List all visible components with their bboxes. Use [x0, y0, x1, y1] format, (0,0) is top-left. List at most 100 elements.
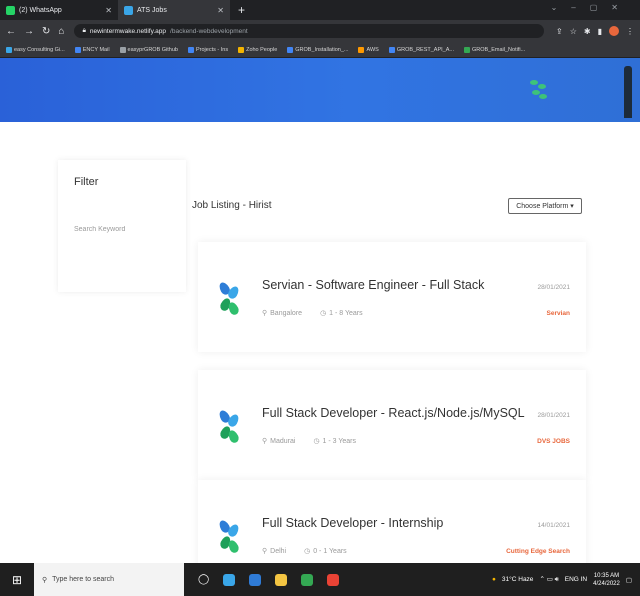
bookmark-item[interactable]: easy Consulting Gi...	[6, 46, 65, 53]
bookmark-icon	[238, 46, 245, 53]
bookmark-item[interactable]: Projects - Ins	[187, 46, 228, 53]
tab-ats-jobs[interactable]: ATS Jobs ✕	[118, 0, 230, 20]
clock-time: 10:35 AM	[593, 572, 620, 579]
chrome-icon[interactable]	[327, 573, 340, 586]
weather-icon: ●	[491, 576, 496, 583]
menu-icon[interactable]: ⋮	[626, 27, 634, 36]
job-date: 28/01/2021	[537, 412, 570, 419]
windows-taskbar: ⊞ ⚲ Type here to search ◯ ● 31°C Haze ⌃ …	[0, 563, 640, 596]
job-company[interactable]: Servian	[547, 310, 571, 317]
filter-title: Filter	[74, 176, 99, 188]
bookmark-icon	[187, 46, 194, 53]
lock-icon: 🔒︎	[82, 27, 86, 34]
extensions-area: ⇪ ☆ ✱ ▮ ⋮	[556, 26, 634, 36]
job-experience: 1 - 3 Years	[322, 437, 357, 445]
address-bar-row: ← → ↻ ⌂ 🔒︎ newintermwake.netlify.app /ba…	[0, 20, 640, 42]
profile-avatar-icon[interactable]	[609, 26, 619, 36]
taskbar-apps: ◯	[184, 573, 340, 586]
app-icon[interactable]	[223, 573, 236, 586]
job-company[interactable]: DVS JOBS	[537, 438, 570, 445]
app-icon[interactable]	[249, 573, 262, 586]
bookmark-icon	[388, 46, 395, 53]
job-card[interactable]: Full Stack Developer - React.js/Node.js/…	[198, 370, 586, 480]
job-date: 28/01/2021	[537, 284, 570, 291]
bookmark-icon	[463, 46, 470, 53]
job-meta: ⚲ Bangalore ◷ 1 - 8 Years	[262, 309, 363, 318]
person-illustration	[624, 66, 632, 118]
bookmark-item[interactable]: Zoho People	[238, 46, 277, 53]
bookmark-icon	[287, 46, 294, 53]
clock[interactable]: 10:35 AM 4/24/2022	[593, 572, 620, 588]
weather-text[interactable]: 31°C Haze	[502, 576, 534, 583]
taskbar-search-placeholder: Type here to search	[52, 576, 115, 583]
clock-icon: ◷	[320, 310, 327, 317]
page-content: Filter Job Listing - Hirist Choose Platf…	[0, 122, 640, 590]
site-favicon-icon	[124, 5, 133, 15]
clock-date: 4/24/2022	[593, 580, 620, 587]
bookmark-icon	[119, 46, 126, 53]
job-experience: 0 - 1 Years	[313, 547, 347, 555]
reload-icon[interactable]: ↻	[42, 26, 50, 37]
taskbar-search-box[interactable]: ⚲ Type here to search	[34, 563, 184, 596]
sidebar-icon[interactable]: ▮	[598, 27, 602, 36]
bookmark-item[interactable]: GROB_Email_Notifi...	[463, 46, 525, 53]
bookmark-item[interactable]: GROB_REST_API_A...	[388, 46, 454, 53]
close-icon[interactable]: ✕	[217, 6, 224, 15]
search-icon: ⚲	[42, 576, 48, 584]
nav-buttons: ← → ↻ ⌂	[0, 26, 64, 37]
tab-label: ATS Jobs	[137, 6, 167, 14]
filter-panel: Filter	[58, 160, 186, 292]
job-location: Madurai	[270, 437, 296, 445]
job-card[interactable]: Servian - Software Engineer - Full Stack…	[198, 242, 586, 352]
company-logo-icon	[217, 408, 241, 445]
screen: (2) WhatsApp ✕ ATS Jobs ✕ + ⌄–▢✕ ← → ↻ ⌂…	[0, 0, 640, 596]
job-title[interactable]: Servian - Software Engineer - Full Stack	[262, 278, 484, 292]
job-location: Bangalore	[270, 309, 303, 317]
bookmark-item[interactable]: AWS	[358, 46, 379, 53]
whatsapp-icon	[6, 5, 15, 15]
browser-tab-bar: (2) WhatsApp ✕ ATS Jobs ✕ + ⌄–▢✕	[0, 0, 640, 20]
location-pin-icon: ⚲	[262, 438, 268, 445]
hero-banner	[0, 58, 640, 122]
back-icon[interactable]: ←	[6, 26, 16, 37]
tray-icons[interactable]: ⌃ ▭ 🔊︎	[539, 575, 558, 584]
language-indicator[interactable]: ENG IN	[565, 576, 587, 583]
bookmark-icon	[6, 46, 12, 53]
bookmark-item[interactable]: ENCY Mail	[74, 46, 110, 53]
choose-platform-button[interactable]: Choose Platform ▾	[508, 198, 582, 214]
clock-icon: ◷	[304, 548, 311, 555]
job-meta: ⚲ Madurai ◷ 1 - 3 Years	[262, 437, 357, 446]
window-controls[interactable]: ⌄–▢✕	[551, 3, 632, 12]
location-pin-icon: ⚲	[262, 310, 268, 317]
url-host: newintermwake.netlify.app	[89, 27, 167, 35]
chrome-icon[interactable]	[301, 573, 314, 586]
job-company[interactable]: Cutting Edge Search	[506, 548, 570, 555]
task-view-icon[interactable]: ◯	[198, 574, 209, 585]
system-tray: ● 31°C Haze ⌃ ▭ 🔊︎ ENG IN 10:35 AM 4/24/…	[492, 572, 632, 588]
close-icon[interactable]: ✕	[105, 6, 112, 15]
home-icon[interactable]: ⌂	[58, 26, 64, 37]
bookmark-icon	[74, 46, 81, 53]
clock-icon: ◷	[313, 438, 320, 445]
forward-icon[interactable]: →	[24, 26, 34, 37]
job-experience: 1 - 8 Years	[329, 309, 363, 317]
tab-whatsapp[interactable]: (2) WhatsApp ✕	[0, 0, 118, 20]
url-field[interactable]: 🔒︎ newintermwake.netlify.app /backend-we…	[74, 24, 545, 38]
job-title[interactable]: Full Stack Developer - Internship	[262, 516, 443, 530]
windows-start-icon[interactable]: ⊞	[0, 573, 34, 587]
job-listing-title: Job Listing - Hirist	[192, 200, 272, 211]
bookmark-item[interactable]: GROB_Installation_...	[287, 46, 348, 53]
company-logo-icon	[217, 280, 241, 317]
share-icon[interactable]: ⇪	[556, 27, 563, 36]
star-icon[interactable]: ☆	[570, 27, 577, 36]
company-logo-icon	[217, 518, 241, 555]
job-title[interactable]: Full Stack Developer - React.js/Node.js/…	[262, 406, 525, 420]
bookmark-item[interactable]: easyprGROB Github	[119, 46, 178, 53]
job-meta: ⚲ Delhi ◷ 0 - 1 Years	[262, 547, 347, 556]
extension-icon[interactable]: ✱	[584, 27, 591, 36]
new-tab-button[interactable]: +	[230, 3, 245, 17]
file-explorer-icon[interactable]	[275, 573, 288, 586]
tab-label: (2) WhatsApp	[19, 6, 62, 14]
notification-icon[interactable]: ▢	[626, 576, 632, 584]
search-keyword-input[interactable]	[74, 226, 174, 233]
